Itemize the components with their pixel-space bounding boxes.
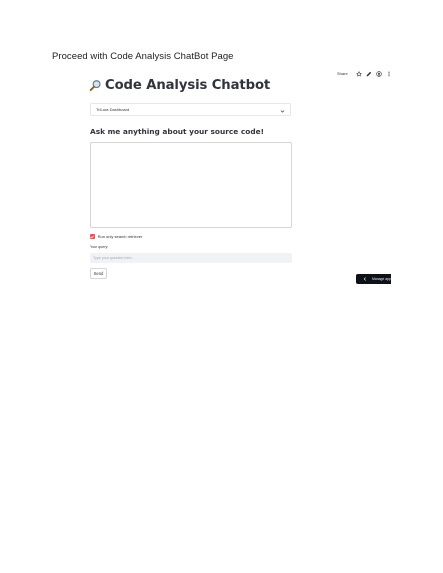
section-subheading: Ask me anything about your source code! (90, 127, 264, 136)
share-button[interactable]: Share (337, 69, 348, 78)
checkbox-checked[interactable] (90, 234, 95, 239)
repo-select[interactable]: TriLora Dashboard (90, 103, 291, 116)
document-heading: Proceed with Code Analysis ChatBot Page (52, 51, 234, 62)
search-retriever-toggle[interactable]: Run only search retriever (90, 234, 142, 239)
query-label: Your query: (90, 245, 109, 249)
edit-icon[interactable] (364, 69, 374, 78)
star-icon[interactable] (354, 69, 364, 78)
repo-select-value: TriLora Dashboard (96, 107, 130, 112)
checkbox-label: Run only search retriever (97, 234, 143, 239)
page-title: Code Analysis Chatbot (89, 78, 270, 93)
manage-app-label: Manage app (372, 277, 391, 281)
app-toolbar: Share (337, 69, 394, 78)
manage-app-button[interactable]: Manage app (356, 274, 391, 284)
chevron-down-icon (280, 101, 285, 119)
chevron-left-icon (363, 277, 367, 281)
github-icon[interactable] (374, 69, 384, 78)
send-button[interactable]: Send (90, 268, 107, 279)
magnifier-icon (89, 79, 102, 92)
title-text: Code Analysis Chatbot (105, 78, 271, 93)
chat-history-area[interactable] (90, 142, 292, 228)
more-vert-icon[interactable] (384, 69, 394, 78)
query-input[interactable] (90, 253, 292, 263)
